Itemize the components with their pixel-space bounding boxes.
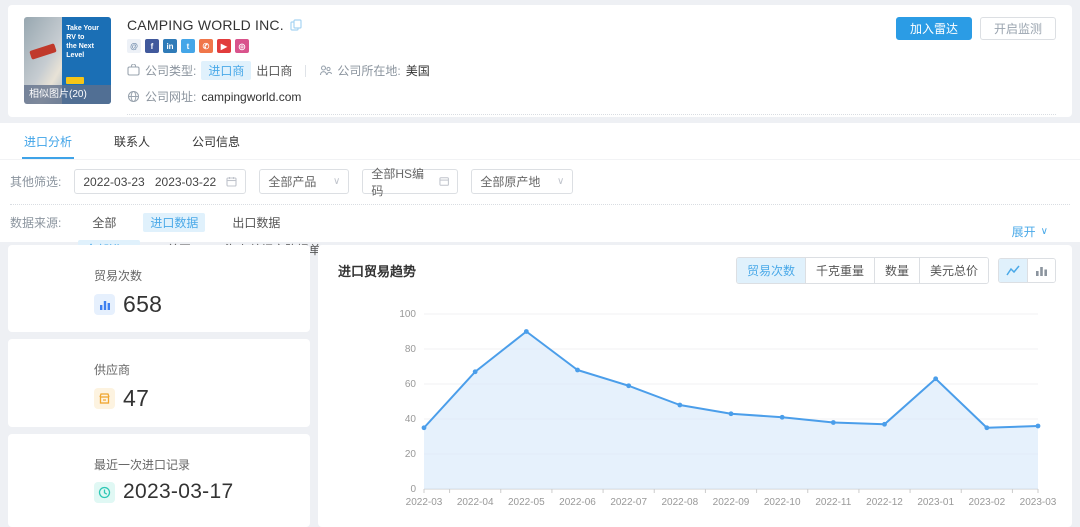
date-end: 2023-03-22 bbox=[155, 175, 216, 189]
svg-text:2023-01: 2023-01 bbox=[917, 497, 954, 508]
svg-text:2022-04: 2022-04 bbox=[457, 497, 494, 508]
logo-badge bbox=[66, 77, 84, 84]
svg-text:60: 60 bbox=[405, 379, 417, 390]
date-range-picker[interactable]: 2022-03-23 2023-03-22 bbox=[74, 169, 246, 194]
company-type-label: 公司类型: bbox=[145, 62, 196, 79]
tab-import-analysis[interactable]: 进口分析 bbox=[24, 123, 72, 159]
metric-quantity[interactable]: 数量 bbox=[874, 258, 919, 283]
svg-text:2022-06: 2022-06 bbox=[559, 497, 596, 508]
bar-chart-toggle-icon[interactable] bbox=[1027, 259, 1055, 282]
calendar-icon bbox=[226, 176, 237, 187]
company-website-link[interactable]: campingworld.com bbox=[201, 90, 301, 104]
date-start: 2022-03-23 bbox=[83, 175, 144, 189]
similar-images-link[interactable]: 相似图片(20) bbox=[24, 85, 111, 104]
last-import-date-value: 2023-03-17 bbox=[123, 480, 233, 504]
social-linkedin-icon[interactable]: in bbox=[163, 39, 177, 53]
analysis-section: 进口分析 联系人 公司信息 其他筛选: 2022-03-23 2023-03-2… bbox=[0, 123, 1080, 242]
svg-text:40: 40 bbox=[405, 414, 417, 425]
tab-contacts[interactable]: 联系人 bbox=[114, 123, 150, 159]
source-option-all[interactable]: 全部 bbox=[85, 213, 123, 232]
tabs-bar: 进口分析 联系人 公司信息 bbox=[0, 123, 1080, 160]
origin-select-value: 全部原产地 bbox=[480, 173, 540, 190]
svg-text:2022-05: 2022-05 bbox=[508, 497, 545, 508]
social-email-icon[interactable]: @ bbox=[127, 39, 141, 53]
location-value: 美国 bbox=[406, 62, 430, 79]
bar-chart-icon bbox=[94, 294, 115, 315]
logo-slogan-line1: Take Your RV to bbox=[66, 24, 107, 42]
product-select[interactable]: 全部产品 ∨ bbox=[259, 169, 349, 194]
svg-text:2023-02: 2023-02 bbox=[968, 497, 1005, 508]
company-header-card: Take Your RV to the Next Level 相似图片(20) … bbox=[8, 5, 1072, 117]
metric-toggle-group: 贸易次数 千克重量 数量 美元总价 bbox=[736, 257, 989, 284]
svg-text:2022-08: 2022-08 bbox=[661, 497, 698, 508]
exporter-tag[interactable]: 出口商 bbox=[256, 62, 292, 79]
svg-text:2022-12: 2022-12 bbox=[866, 497, 903, 508]
import-trend-card: 进口贸易趋势 贸易次数 千克重量 数量 美元总价 0 20 40 60 80 100 202… bbox=[318, 245, 1072, 527]
data-source-label: 数据来源: bbox=[10, 214, 61, 231]
import-trend-line-chart[interactable]: 0 20 40 60 80 100 2022-03 2022-04 2022-05 2022-06… bbox=[322, 289, 1066, 524]
location-label: 公司所在地: bbox=[337, 62, 400, 79]
line-chart-toggle-icon[interactable] bbox=[999, 259, 1027, 282]
stat-card-suppliers: 供应商 47 bbox=[8, 339, 310, 427]
metric-kg-weight[interactable]: 千克重量 bbox=[805, 258, 874, 283]
social-twitter-icon[interactable]: t bbox=[181, 39, 195, 53]
location-icon bbox=[319, 64, 332, 77]
social-youtube-icon[interactable]: ▶ bbox=[217, 39, 231, 53]
svg-text:2022-09: 2022-09 bbox=[713, 497, 750, 508]
metric-trade-count[interactable]: 贸易次数 bbox=[737, 258, 805, 283]
company-logo[interactable]: Take Your RV to the Next Level 相似图片(20) bbox=[24, 17, 111, 104]
svg-text:20: 20 bbox=[405, 449, 417, 460]
chevron-down-icon: ∨ bbox=[333, 176, 340, 187]
metric-usd-total[interactable]: 美元总价 bbox=[919, 258, 988, 283]
stat-card-trade-count: 贸易次数 658 bbox=[8, 245, 310, 332]
expand-toggle[interactable]: 展开 ∨ bbox=[1012, 223, 1048, 240]
chart-title: 进口贸易趋势 bbox=[338, 261, 416, 280]
shop-icon bbox=[94, 388, 115, 409]
add-to-radar-button[interactable]: 加入雷达 bbox=[896, 17, 972, 40]
social-phone-icon[interactable]: ✆ bbox=[199, 39, 213, 53]
suppliers-value: 47 bbox=[123, 385, 149, 412]
website-label: 公司网址: bbox=[145, 88, 196, 105]
svg-text:100: 100 bbox=[399, 309, 416, 320]
filter-label: 其他筛选: bbox=[10, 173, 61, 190]
chart-type-toggle-group bbox=[998, 258, 1056, 283]
svg-text:2022-10: 2022-10 bbox=[764, 497, 801, 508]
product-select-value: 全部产品 bbox=[268, 173, 316, 190]
company-type-icon bbox=[127, 64, 140, 77]
stat-card-last-import: 最近一次进口记录 2023-03-17 bbox=[8, 434, 310, 527]
svg-text:2022-11: 2022-11 bbox=[815, 497, 851, 508]
svg-text:0: 0 bbox=[410, 484, 416, 495]
window-icon bbox=[439, 176, 449, 187]
social-instagram-icon[interactable]: ◎ bbox=[235, 39, 249, 53]
origin-select[interactable]: 全部原产地 ∨ bbox=[471, 169, 573, 194]
hs-code-select[interactable]: 全部HS编码 bbox=[362, 169, 458, 194]
svg-text:2023-03: 2023-03 bbox=[1020, 497, 1057, 508]
enable-monitoring-button[interactable]: 开启监测 bbox=[980, 17, 1056, 40]
svg-text:80: 80 bbox=[405, 344, 417, 355]
source-option-export-data[interactable]: 出口数据 bbox=[225, 213, 287, 232]
filter-bar: 其他筛选: 2022-03-23 2023-03-22 全部产品 ∨ 全部HS编… bbox=[0, 160, 1080, 194]
chevron-down-icon: ∨ bbox=[557, 176, 564, 187]
stat-label: 供应商 bbox=[94, 361, 310, 378]
svg-text:2022-03: 2022-03 bbox=[406, 497, 443, 508]
clock-icon bbox=[94, 482, 115, 503]
chevron-down-icon: ∨ bbox=[1041, 226, 1048, 237]
logo-slogan-line2: the Next Level bbox=[66, 42, 107, 60]
dotted-divider bbox=[127, 114, 1056, 115]
importer-tag[interactable]: 进口商 bbox=[201, 61, 251, 80]
divider bbox=[305, 65, 306, 77]
stat-label: 贸易次数 bbox=[94, 267, 310, 284]
source-option-import-data[interactable]: 进口数据 bbox=[143, 213, 205, 232]
copy-icon[interactable] bbox=[290, 19, 302, 31]
stat-label: 最近一次进口记录 bbox=[94, 456, 310, 473]
social-icons-row: @ fint ✆ ▶ ◎ bbox=[127, 39, 1056, 53]
expand-label: 展开 bbox=[1012, 223, 1036, 240]
trade-count-value: 658 bbox=[123, 291, 162, 318]
social-facebook-icon[interactable]: f bbox=[145, 39, 159, 53]
hs-code-value: 全部HS编码 bbox=[371, 165, 432, 199]
tab-company-info[interactable]: 公司信息 bbox=[192, 123, 240, 159]
svg-text:2022-07: 2022-07 bbox=[610, 497, 647, 508]
company-name: CAMPING WORLD INC. bbox=[127, 17, 284, 33]
globe-icon bbox=[127, 90, 140, 103]
